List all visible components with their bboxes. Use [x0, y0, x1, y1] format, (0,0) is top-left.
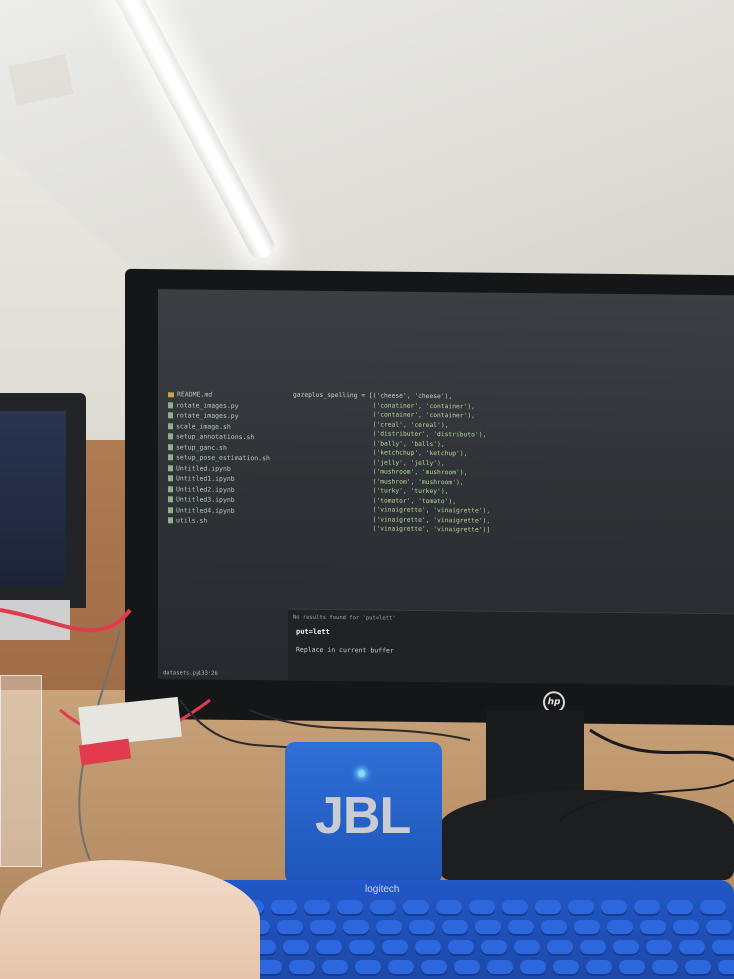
keyboard-key[interactable]	[607, 920, 633, 934]
keyboard-key[interactable]	[667, 900, 693, 914]
speaker-led-icon	[358, 770, 365, 777]
keyboard-key[interactable]	[448, 940, 474, 954]
keyboard-key[interactable]	[322, 960, 348, 974]
file-tree-item-label: Untitled2.ipynb	[176, 484, 235, 494]
file-tree-item-label: Untitled.ipynb	[176, 463, 231, 473]
keyboard-key[interactable]	[535, 900, 561, 914]
keyboard-key[interactable]	[355, 960, 381, 974]
keyboard-key[interactable]	[634, 900, 660, 914]
laptop	[0, 393, 86, 608]
keyboard-key[interactable]	[679, 940, 705, 954]
file-tree-item-label: rotate_images.py	[176, 400, 239, 410]
keyboard-key[interactable]	[382, 940, 408, 954]
keyboard-brand: logitech	[365, 884, 400, 895]
keyboard-key[interactable]	[304, 900, 330, 914]
keyboard-key[interactable]	[481, 940, 507, 954]
file-icon	[168, 402, 173, 409]
file-icon	[168, 486, 173, 493]
keyboard-key[interactable]	[586, 960, 612, 974]
keyboard-key[interactable]	[316, 940, 342, 954]
keyboard-key[interactable]	[370, 900, 396, 914]
file-tree-item[interactable]: utils.sh	[168, 515, 283, 527]
keyboard-key[interactable]	[376, 920, 402, 934]
file-tree-item-label: setup_annotations.sh	[176, 432, 255, 442]
file-icon	[168, 465, 173, 472]
keyboard-key[interactable]	[520, 960, 546, 974]
file-tree-item-label: Untitled4.ipynb	[176, 505, 235, 515]
keyboard-key[interactable]	[337, 900, 363, 914]
keyboard-key[interactable]	[640, 920, 666, 934]
speaker-logo: JBL	[315, 787, 411, 845]
keyboard-key[interactable]	[454, 960, 480, 974]
keyboard-key[interactable]	[310, 920, 336, 934]
keyboard-key[interactable]	[403, 900, 429, 914]
laptop-screen	[0, 411, 66, 586]
file-icon	[168, 454, 173, 461]
folder-icon	[168, 392, 174, 398]
keyboard-key[interactable]	[271, 900, 297, 914]
keyboard-key[interactable]	[541, 920, 567, 934]
keyboard-key[interactable]	[283, 940, 309, 954]
keyboard-key[interactable]	[652, 960, 678, 974]
keyboard-key[interactable]	[388, 960, 414, 974]
keyboard-key[interactable]	[502, 900, 528, 914]
keyboard-key[interactable]	[601, 900, 627, 914]
keyboard: logitech	[185, 880, 734, 979]
keyboard-key[interactable]	[619, 960, 645, 974]
keyboard-key[interactable]	[343, 920, 369, 934]
keyboard-key[interactable]	[646, 940, 672, 954]
keyboard-key[interactable]	[553, 960, 579, 974]
keyboard-key[interactable]	[685, 960, 711, 974]
file-icon	[168, 517, 173, 524]
keyboard-key[interactable]	[277, 920, 303, 934]
file-icon	[168, 507, 173, 514]
file-icon	[168, 433, 173, 440]
keyboard-key[interactable]	[508, 920, 534, 934]
keyboard-key[interactable]	[436, 900, 462, 914]
keyboard-key[interactable]	[580, 940, 606, 954]
file-tree-item-label: setup_ganc.sh	[176, 442, 227, 452]
file-icon	[168, 412, 173, 419]
file-tree-item-label: Untitled1.ipynb	[176, 474, 235, 483]
keyboard-key[interactable]	[514, 940, 540, 954]
bluetooth-speaker: JBL	[285, 742, 442, 884]
water-glass	[0, 675, 42, 867]
keyboard-key[interactable]	[568, 900, 594, 914]
file-icon	[168, 496, 173, 503]
file-icon	[168, 423, 173, 430]
keyboard-key[interactable]	[712, 940, 734, 954]
keyboard-key[interactable]	[442, 920, 468, 934]
keyboard-key[interactable]	[700, 900, 726, 914]
keyboard-key[interactable]	[469, 900, 495, 914]
file-icon	[168, 444, 173, 451]
file-tree-item-label: Untitled3.ipynb	[176, 495, 235, 504]
file-tree-item-label: scale_image.sh	[176, 421, 231, 431]
keyboard-key[interactable]	[415, 940, 441, 954]
file-tree-item-label: utils.sh	[176, 516, 208, 525]
keyboard-key[interactable]	[487, 960, 513, 974]
keyboard-key[interactable]	[289, 960, 315, 974]
keyboard-key[interactable]	[613, 940, 639, 954]
keyboard-key[interactable]	[706, 920, 732, 934]
keyboard-key[interactable]	[409, 920, 435, 934]
file-tree-item-label: rotate_images.py	[176, 411, 239, 421]
keyboard-key[interactable]	[547, 940, 573, 954]
keyboard-key[interactable]	[421, 960, 447, 974]
file-icon	[168, 475, 173, 482]
keyboard-key[interactable]	[574, 920, 600, 934]
keyboard-key[interactable]	[349, 940, 375, 954]
keyboard-key[interactable]	[673, 920, 699, 934]
file-tree-item-label: README.md	[177, 390, 213, 399]
keyboard-key[interactable]	[475, 920, 501, 934]
keyboard-key[interactable]	[718, 960, 734, 974]
